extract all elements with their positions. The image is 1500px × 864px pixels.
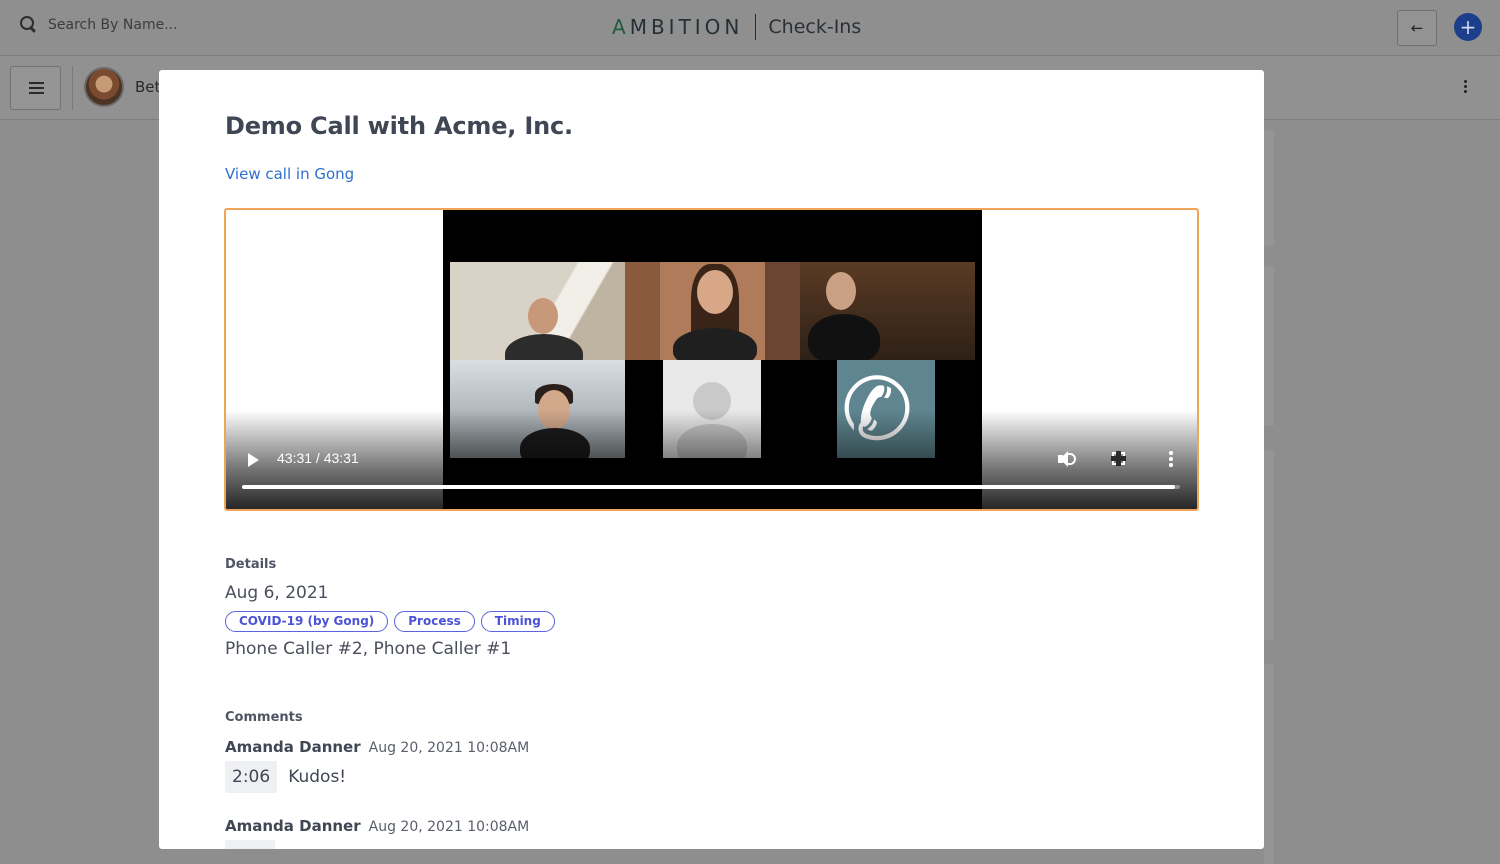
comment-body: 2:06 Kudos! bbox=[225, 761, 346, 793]
search-bar bbox=[20, 16, 268, 34]
timestamp-chip[interactable]: 2:06 bbox=[225, 761, 278, 793]
arrow-left-icon: ← bbox=[1410, 19, 1424, 37]
background-card bbox=[1264, 130, 1274, 246]
user-name: Bet bbox=[135, 78, 161, 96]
details-label: Details bbox=[225, 557, 277, 572]
brand-section-title: Check-Ins bbox=[768, 16, 862, 38]
comment-time: Aug 20, 2021 10:08AM bbox=[368, 740, 530, 756]
comment-text: Kudos! bbox=[288, 767, 347, 787]
participant-tile bbox=[625, 262, 800, 360]
modal-title: Demo Call with Acme, Inc. bbox=[225, 112, 573, 140]
brand-divider bbox=[755, 14, 757, 40]
divider bbox=[72, 66, 73, 110]
top-bar: AMBITION Check-Ins ← + bbox=[0, 0, 1500, 56]
brand: AMBITION Check-Ins bbox=[612, 12, 861, 42]
tag[interactable]: COVID-19 (by Gong) bbox=[225, 611, 389, 632]
view-in-gong-link[interactable]: View call in Gong bbox=[225, 165, 354, 183]
comment-time: Aug 20, 2021 10:08AM bbox=[368, 819, 530, 835]
search-icon bbox=[20, 16, 38, 34]
comment-author: Amanda Danner bbox=[225, 817, 361, 835]
list-icon bbox=[29, 82, 44, 95]
comments-label: Comments bbox=[225, 710, 303, 725]
controls-bar bbox=[226, 410, 1197, 509]
tag-list: COVID-19 (by Gong) Process Timing bbox=[225, 611, 555, 632]
participants: Phone Caller #2, Phone Caller #1 bbox=[225, 639, 512, 659]
play-icon[interactable] bbox=[248, 453, 259, 467]
avatar[interactable] bbox=[84, 67, 124, 107]
tag[interactable]: Process bbox=[394, 611, 475, 632]
participant-tile bbox=[800, 262, 975, 360]
tag[interactable]: Timing bbox=[480, 611, 555, 632]
call-detail-modal: Demo Call with Acme, Inc. View call in G… bbox=[159, 70, 1264, 849]
add-button[interactable]: + bbox=[1454, 13, 1482, 41]
background-card bbox=[1264, 266, 1274, 426]
progress-fill bbox=[242, 485, 1176, 489]
comment: Amanda Danner Aug 20, 2021 10:08AM 2:06 K… bbox=[225, 737, 530, 793]
video-player[interactable]: ✆ 43:31 / 43:31 bbox=[224, 208, 1199, 511]
search-input[interactable] bbox=[48, 17, 268, 33]
list-view-button[interactable] bbox=[10, 66, 61, 110]
background-card bbox=[1264, 664, 1274, 864]
time-display: 43:31 / 43:31 bbox=[277, 450, 359, 466]
call-date: Aug 6, 2021 bbox=[225, 583, 329, 603]
video-more-options-icon[interactable] bbox=[1169, 451, 1173, 467]
comment-author: Amanda Danner bbox=[225, 738, 361, 756]
plus-icon: + bbox=[1459, 15, 1477, 39]
background-card bbox=[1264, 450, 1274, 640]
more-options-icon[interactable] bbox=[1464, 80, 1468, 94]
progress-bar[interactable] bbox=[242, 485, 1180, 489]
participant-tile bbox=[450, 262, 625, 360]
comment: Amanda Danner Aug 20, 2021 10:08AM bbox=[225, 816, 530, 849]
back-button[interactable]: ← bbox=[1397, 10, 1437, 46]
fullscreen-icon[interactable] bbox=[1111, 451, 1126, 466]
timestamp-chip[interactable] bbox=[225, 840, 275, 849]
volume-icon[interactable] bbox=[1056, 450, 1078, 468]
brand-logo: AMBITION bbox=[612, 15, 744, 39]
